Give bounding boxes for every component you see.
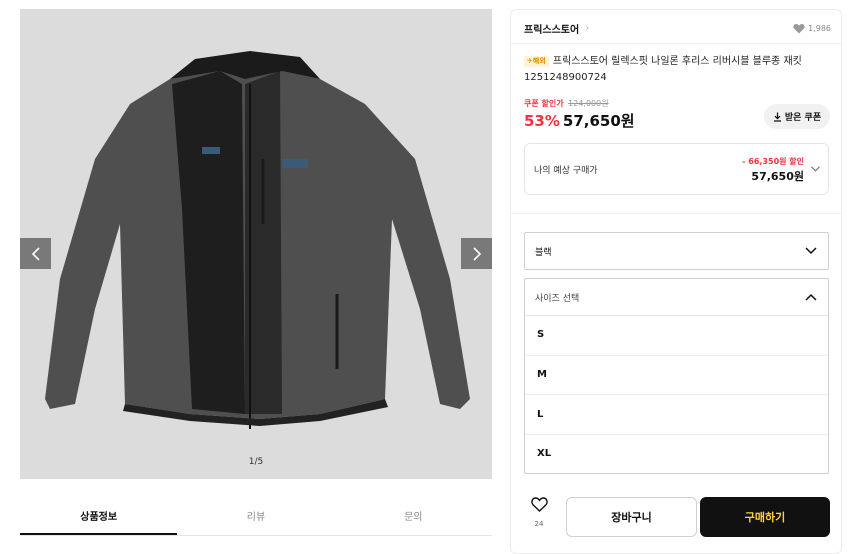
product-title-text: 프릭스스토어 릴렉스핏 나일론 후리스 리버시블 블루종 재킷 12512489…: [524, 56, 802, 83]
likes-count: 1,986: [808, 23, 831, 33]
product-tabs: 상품정보 리뷰 문의: [20, 503, 492, 536]
chevron-down-icon: [805, 247, 817, 255]
store-name-link[interactable]: 프릭스스토어: [524, 21, 579, 36]
next-image-button[interactable]: [461, 238, 492, 269]
size-option[interactable]: XL: [525, 433, 828, 474]
size-option[interactable]: L: [525, 394, 828, 434]
heart-icon: [793, 23, 805, 33]
chevron-right-icon: [472, 246, 481, 261]
prev-image-button[interactable]: [20, 238, 51, 269]
size-option[interactable]: M: [525, 354, 828, 395]
purchase-actions: 24 장바구니 구매하기: [524, 497, 830, 539]
size-select[interactable]: 사이즈 선택: [524, 278, 829, 316]
wishlist-button[interactable]: 24: [524, 497, 554, 528]
color-select-value: 블랙: [535, 247, 552, 258]
color-select[interactable]: 블랙: [524, 232, 829, 270]
tab-reviews[interactable]: 리뷰: [177, 503, 334, 535]
overseas-badge: ✈해외: [524, 56, 549, 67]
product-title: ✈해외 프릭스스토어 릴렉스핏 나일론 후리스 리버시블 블루종 재킷 12512…: [524, 54, 830, 86]
received-coupon-label: 받은 쿠폰: [784, 113, 822, 123]
wishlist-count: 24: [534, 520, 544, 528]
received-coupon-button[interactable]: 받은 쿠폰: [764, 104, 830, 129]
tab-product-info[interactable]: 상품정보: [20, 503, 178, 535]
chevron-right-icon: ›: [585, 22, 590, 34]
add-to-cart-button[interactable]: 장바구니: [566, 497, 697, 537]
size-option-list: S M L XL: [524, 315, 829, 474]
product-photo: [20, 9, 492, 479]
store-row: 프릭스스토어 › 1,986: [524, 20, 831, 36]
chevron-down-icon: [811, 166, 820, 172]
discount-rate: 53%: [524, 112, 560, 130]
chevron-left-icon: [31, 246, 40, 261]
image-counter: 1/5: [248, 457, 264, 467]
coupon-price-label: 쿠폰 할인가 124,000원: [524, 98, 609, 109]
expected-price-box[interactable]: 나의 예상 구매가 - 66,350원 할인 57,650원: [524, 143, 829, 195]
purchase-panel: 프릭스스토어 › 1,986 ✈해외 프릭스스토어 릴렉스핏 나일론 후리스 리버…: [510, 9, 842, 554]
download-icon: [773, 112, 781, 122]
expected-discount: - 66,350원 할인: [742, 157, 804, 166]
buy-now-button[interactable]: 구매하기: [700, 497, 830, 537]
overseas-badge-label: 해외: [532, 57, 546, 65]
expected-price: 57,650원: [751, 170, 804, 183]
chevron-up-icon: [805, 293, 817, 301]
expected-price-label: 나의 예상 구매가: [534, 166, 598, 176]
price-row: 53% 57,650원: [524, 110, 635, 131]
sale-price: 57,650원: [562, 112, 635, 130]
divider: [511, 43, 841, 44]
size-select-placeholder: 사이즈 선택: [535, 293, 580, 304]
product-image-gallery[interactable]: 1/5: [20, 9, 492, 479]
heart-outline-icon: [530, 497, 548, 512]
store-likes[interactable]: 1,986: [793, 23, 831, 34]
original-price: 124,000원: [568, 99, 609, 108]
divider: [511, 213, 841, 214]
tab-inquiry[interactable]: 문의: [335, 503, 492, 535]
size-option[interactable]: S: [525, 315, 828, 355]
coupon-label: 쿠폰 할인가: [524, 99, 564, 108]
